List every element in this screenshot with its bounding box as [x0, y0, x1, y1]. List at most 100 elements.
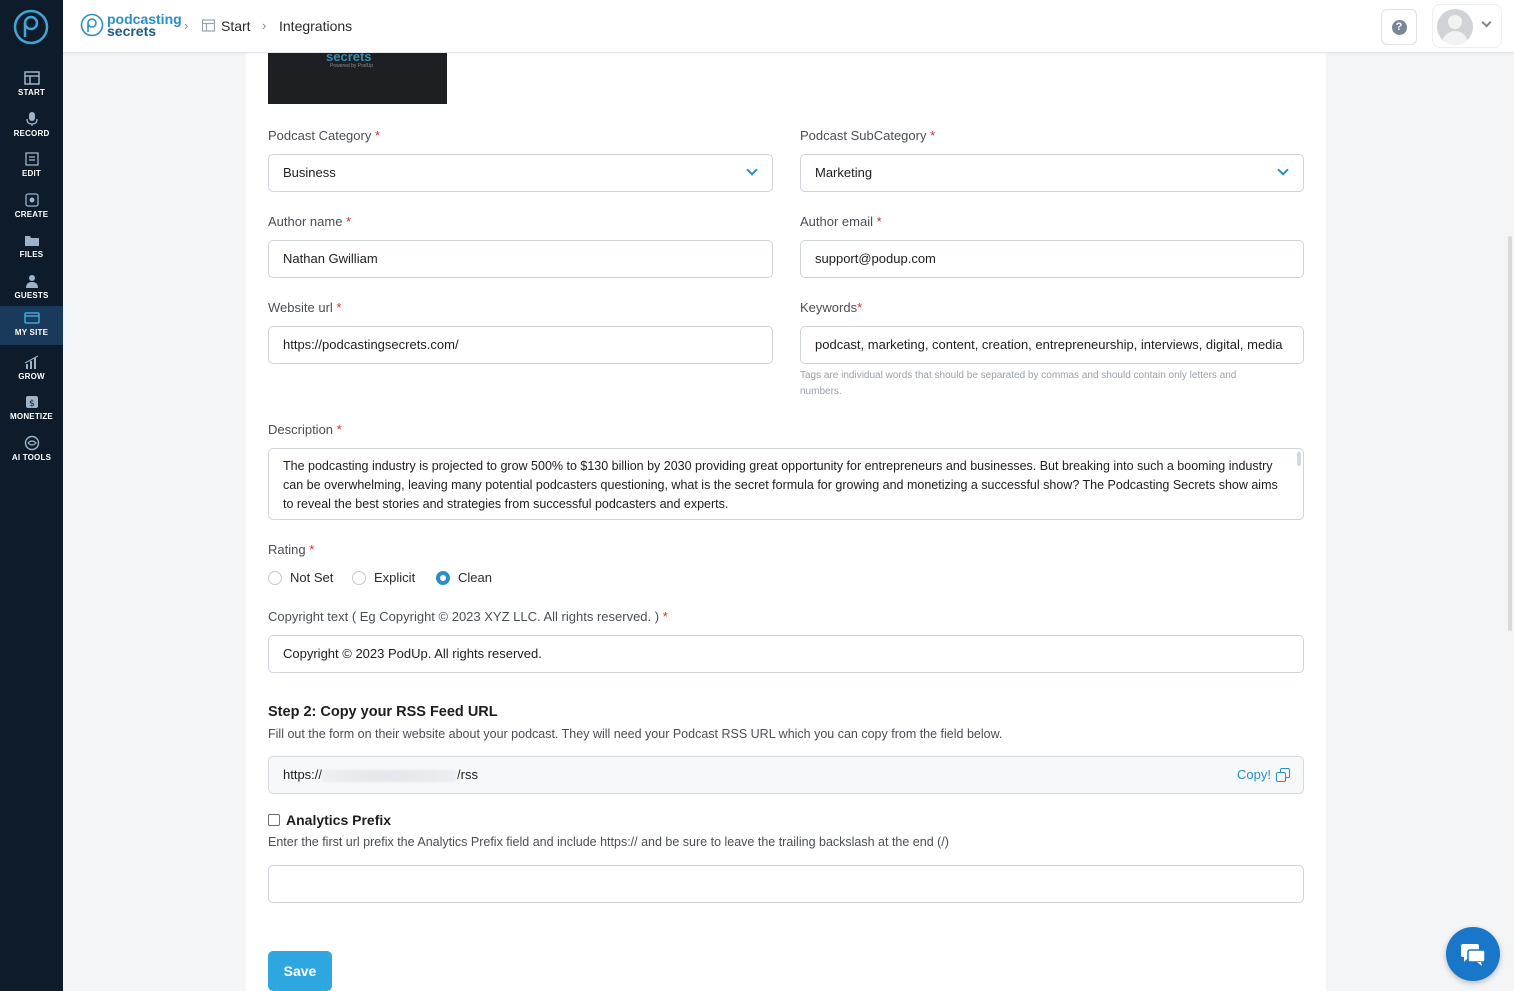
step2-title: Step 2: Copy your RSS Feed URL: [268, 704, 498, 720]
description-text: The podcasting industry is projected to …: [283, 459, 1278, 511]
subcategory-value: Marketing: [815, 165, 873, 180]
author-name-label: Author name *: [268, 214, 352, 229]
rss-url-redacted: [322, 769, 458, 782]
rating-option-label: Clean: [458, 570, 492, 585]
breadcrumb-start[interactable]: Start: [221, 18, 251, 34]
subcategory-select[interactable]: Marketing: [800, 154, 1304, 192]
sidebar-item-label: GUESTS: [14, 291, 49, 300]
rating-option-not-set[interactable]: Not Set: [268, 570, 333, 585]
sidebar-item-label: MONETIZE: [10, 412, 53, 421]
folder-icon: [24, 236, 39, 246]
category-select[interactable]: Business: [268, 154, 773, 192]
ai-icon: [24, 435, 39, 451]
rating-label: Rating *: [268, 542, 315, 557]
textarea-scrollbar[interactable]: [1297, 452, 1301, 466]
rating-option-clean[interactable]: Clean: [436, 570, 492, 585]
sidebar-item-monetize[interactable]: $ MONETIZE: [0, 390, 63, 428]
brand-logo[interactable]: podcasting secrets: [80, 10, 182, 40]
analytics-prefix-field[interactable]: [268, 865, 1304, 903]
analytics-prefix-label: Analytics Prefix: [286, 812, 392, 828]
copy-label: Copy!: [1237, 767, 1271, 782]
website-url-field[interactable]: https://podcastingsecrets.com/: [268, 326, 773, 364]
edit-icon: [24, 152, 39, 166]
category-label: Podcast Category *: [268, 128, 381, 143]
breadcrumb-integrations[interactable]: Integrations: [279, 18, 352, 34]
category-value: Business: [283, 165, 336, 180]
chat-bubble-icon: [1461, 944, 1486, 966]
sidebar: START RECORD EDIT CREATE FILES GUESTS MY…: [0, 0, 63, 991]
rss-url-suffix: /rss: [457, 767, 478, 782]
sidebar-item-label: CREATE: [14, 210, 49, 219]
sidebar-item-edit[interactable]: EDIT: [0, 147, 63, 185]
rss-url-prefix: https://: [283, 767, 323, 782]
breadcrumb-separator-icon: ›: [262, 18, 267, 33]
settings-card: [246, 53, 1326, 991]
cover-subtitle: Powered by PodUp: [330, 63, 374, 69]
radio-unchecked-icon: [268, 570, 282, 585]
copyright-label: Copyright text ( Eg Copyright © 2023 XYZ…: [268, 609, 668, 624]
rating-option-explicit[interactable]: Explicit: [352, 570, 415, 585]
sidebar-item-label: GROW: [18, 372, 45, 381]
user-menu-button[interactable]: [1432, 4, 1502, 48]
sidebar-item-create[interactable]: CREATE: [0, 188, 63, 226]
copyright-field[interactable]: Copyright © 2023 PodUp. All rights reser…: [268, 635, 1304, 673]
description-label: Description *: [268, 422, 342, 437]
step2-description: Fill out the form on their website about…: [268, 727, 1003, 741]
sidebar-item-grow[interactable]: GROW: [0, 350, 63, 388]
sidebar-item-files[interactable]: FILES: [0, 228, 63, 266]
copy-icon: [1276, 767, 1291, 783]
microphone-icon: [25, 112, 38, 126]
rating-option-label: Explicit: [374, 570, 416, 585]
podup-logo-icon[interactable]: [13, 9, 49, 45]
sidebar-item-label: MY SITE: [14, 328, 49, 337]
svg-text:$: $: [29, 399, 35, 409]
avatar: [1437, 9, 1473, 45]
breadcrumb-separator-icon: ›: [184, 18, 189, 33]
monetize-icon: $: [25, 396, 38, 409]
analytics-prefix-description: Enter the first url prefix the Analytics…: [268, 835, 949, 849]
rating-option-label: Not Set: [290, 570, 334, 585]
sidebar-item-record[interactable]: RECORD: [0, 107, 63, 145]
author-email-label: Author email *: [800, 214, 882, 229]
subcategory-label: Podcast SubCategory *: [800, 128, 936, 143]
sidebar-item-label: RECORD: [13, 129, 50, 138]
chat-widget-button[interactable]: [1446, 927, 1500, 981]
analytics-prefix-checkbox[interactable]: [268, 814, 280, 826]
keywords-field[interactable]: podcast, marketing, content, creation, e…: [800, 326, 1304, 364]
rss-url-field[interactable]: https:// /rss Copy!: [268, 756, 1304, 794]
podcast-cover-image: secrets Powered by PodUp: [268, 53, 447, 104]
sidebar-item-ai-tools[interactable]: AI TOOLS: [0, 431, 63, 469]
question-icon: ?: [1391, 19, 1407, 35]
page-scrollbar[interactable]: [1508, 236, 1512, 631]
help-button[interactable]: ?: [1381, 9, 1417, 45]
radio-checked-icon: [436, 570, 450, 585]
sidebar-item-label: EDIT: [21, 169, 42, 178]
guests-icon: [25, 275, 38, 288]
author-name-field[interactable]: Nathan Gwilliam: [268, 240, 773, 278]
chart-icon: [24, 355, 38, 369]
author-email-field[interactable]: support@podup.com: [800, 240, 1304, 278]
start-grid-icon: [202, 19, 215, 32]
site-icon: [23, 312, 40, 324]
create-icon: [24, 193, 39, 207]
sidebar-item-start[interactable]: START: [0, 66, 63, 104]
sidebar-item-label: START: [17, 88, 46, 97]
sidebar-item-my-site[interactable]: MY SITE: [0, 306, 63, 345]
sidebar-item-label: FILES: [19, 250, 44, 259]
chevron-down-icon: [746, 164, 758, 176]
keywords-label: Keywords*: [800, 300, 863, 315]
description-textarea[interactable]: The podcasting industry is projected to …: [268, 448, 1304, 520]
brand-name: podcasting secrets: [107, 12, 182, 38]
keywords-hint: Tags are individual words that should be…: [800, 370, 1237, 397]
sidebar-item-label: AI TOOLS: [11, 453, 52, 462]
chevron-down-icon: [1277, 164, 1289, 176]
top-header: podcasting secrets › Start › Integration…: [63, 0, 1514, 53]
sidebar-item-guests[interactable]: GUESTS: [0, 269, 63, 307]
grid-icon: [23, 71, 40, 85]
save-button[interactable]: Save: [268, 951, 332, 991]
radio-unchecked-icon: [352, 570, 366, 585]
chevron-down-icon: [1481, 17, 1492, 28]
website-url-label: Website url *: [268, 300, 342, 315]
podcasting-secrets-logo-icon: [80, 13, 104, 37]
copy-rss-button[interactable]: Copy!: [1237, 757, 1291, 793]
